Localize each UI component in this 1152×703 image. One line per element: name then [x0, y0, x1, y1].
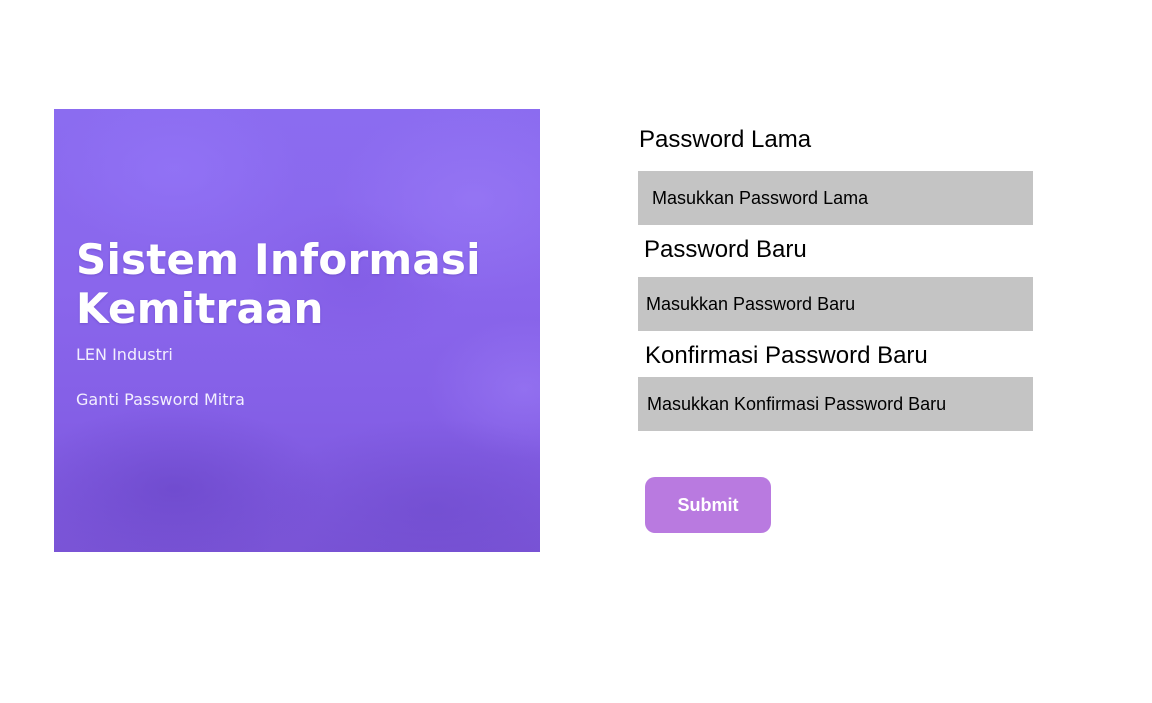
change-password-page: Sistem Informasi Kemitraan LEN Industri … [0, 0, 1152, 703]
submit-button[interactable]: Submit [645, 477, 771, 533]
old-password-input[interactable] [638, 171, 1033, 225]
hero-banner: Sistem Informasi Kemitraan LEN Industri … [54, 109, 540, 552]
new-password-label: Password Baru [644, 236, 807, 263]
app-title: Sistem Informasi Kemitraan [76, 235, 481, 333]
app-title-line-2: Kemitraan [76, 284, 324, 333]
new-password-input[interactable] [638, 277, 1033, 331]
app-title-line-1: Sistem Informasi [76, 235, 481, 284]
page-subtitle: Ganti Password Mitra [76, 390, 245, 409]
old-password-label: Password Lama [639, 126, 812, 153]
company-name: LEN Industri [76, 345, 173, 364]
confirm-password-input[interactable] [638, 377, 1033, 431]
confirm-password-label: Konfirmasi Password Baru [645, 342, 928, 369]
